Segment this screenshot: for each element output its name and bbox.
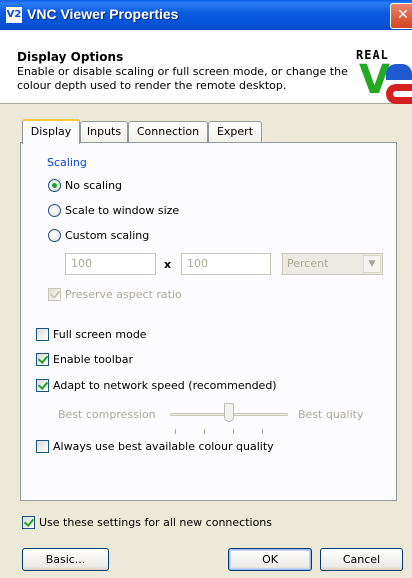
logo-c-shape (386, 84, 412, 104)
adapt-network-checkbox[interactable]: Adapt to network speed (recommended) (36, 379, 277, 392)
tab-connection[interactable]: Connection (128, 121, 208, 143)
checkbox-indicator (36, 328, 49, 341)
checkbox-label: Full screen mode (53, 328, 147, 341)
checkbox-indicator (36, 353, 49, 366)
checkbox-label: Preserve aspect ratio (65, 288, 182, 301)
scale-to-window-radio[interactable]: Scale to window size (48, 204, 179, 217)
close-icon: ✕ (397, 7, 409, 23)
enable-toolbar-checkbox[interactable]: Enable toolbar (36, 353, 133, 366)
radio-label: No scaling (65, 179, 123, 192)
close-button[interactable]: ✕ (390, 3, 412, 29)
vnc-app-icon: V2 (6, 7, 22, 23)
preserve-aspect-checkbox[interactable]: Preserve aspect ratio (48, 288, 182, 301)
tab-inputs[interactable]: Inputs (80, 121, 128, 143)
window-title: VNC Viewer Properties (27, 6, 179, 22)
checkbox-label: Use these settings for all new connectio… (39, 516, 272, 529)
checkbox-label: Adapt to network speed (recommended) (53, 379, 277, 392)
slider-tick (233, 429, 234, 434)
basic-button[interactable]: Basic... (22, 548, 109, 571)
checkbox-indicator (36, 379, 49, 392)
scale-separator: x (164, 258, 172, 271)
scale-width-input[interactable]: 100 (65, 253, 156, 275)
slider-tick (204, 429, 205, 434)
full-screen-checkbox[interactable]: Full screen mode (36, 328, 147, 341)
checkbox-label: Always use best available colour quality (53, 440, 274, 453)
no-scaling-radio[interactable]: No scaling (48, 179, 122, 192)
chevron-down-icon: ▼ (363, 255, 381, 273)
checkbox-indicator (22, 516, 35, 529)
radio-indicator (48, 229, 61, 242)
tab-display[interactable]: Display (22, 119, 80, 144)
slider-min-label: Best compression (58, 408, 156, 421)
slider-max-label: Best quality (298, 408, 364, 421)
header-panel: Display Options Enable or disable scalin… (0, 30, 412, 104)
title-bar: V2 VNC Viewer Properties ✕ (0, 0, 412, 30)
scaling-legend: Scaling (44, 156, 90, 169)
radio-indicator (48, 179, 61, 192)
checkbox-label: Enable toolbar (53, 353, 134, 366)
quality-slider-thumb[interactable] (224, 403, 234, 422)
scale-unit-select[interactable]: Percent ▼ (282, 253, 383, 275)
custom-scaling-radio[interactable]: Custom scaling (48, 229, 149, 242)
cancel-button[interactable]: Cancel (320, 548, 403, 571)
checkbox-indicator (36, 440, 49, 453)
best-colour-checkbox[interactable]: Always use best available colour quality (36, 440, 274, 453)
checkbox-indicator (48, 288, 61, 301)
slider-tick (175, 429, 176, 434)
scale-unit-value: Percent (287, 257, 329, 270)
logo-n-shape (386, 64, 412, 80)
slider-tick (262, 429, 263, 434)
use-for-all-checkbox[interactable]: Use these settings for all new connectio… (22, 516, 272, 529)
tab-expert[interactable]: Expert (208, 121, 262, 143)
scale-height-input[interactable]: 100 (181, 253, 271, 275)
radio-indicator (48, 204, 61, 217)
header-description: Enable or disable scaling or full screen… (17, 65, 348, 92)
realvnc-logo: REAL V (356, 48, 412, 118)
ok-button[interactable]: OK (228, 548, 312, 571)
radio-label: Custom scaling (65, 229, 150, 242)
radio-label: Scale to window size (65, 204, 180, 217)
header-title: Display Options (17, 50, 124, 64)
